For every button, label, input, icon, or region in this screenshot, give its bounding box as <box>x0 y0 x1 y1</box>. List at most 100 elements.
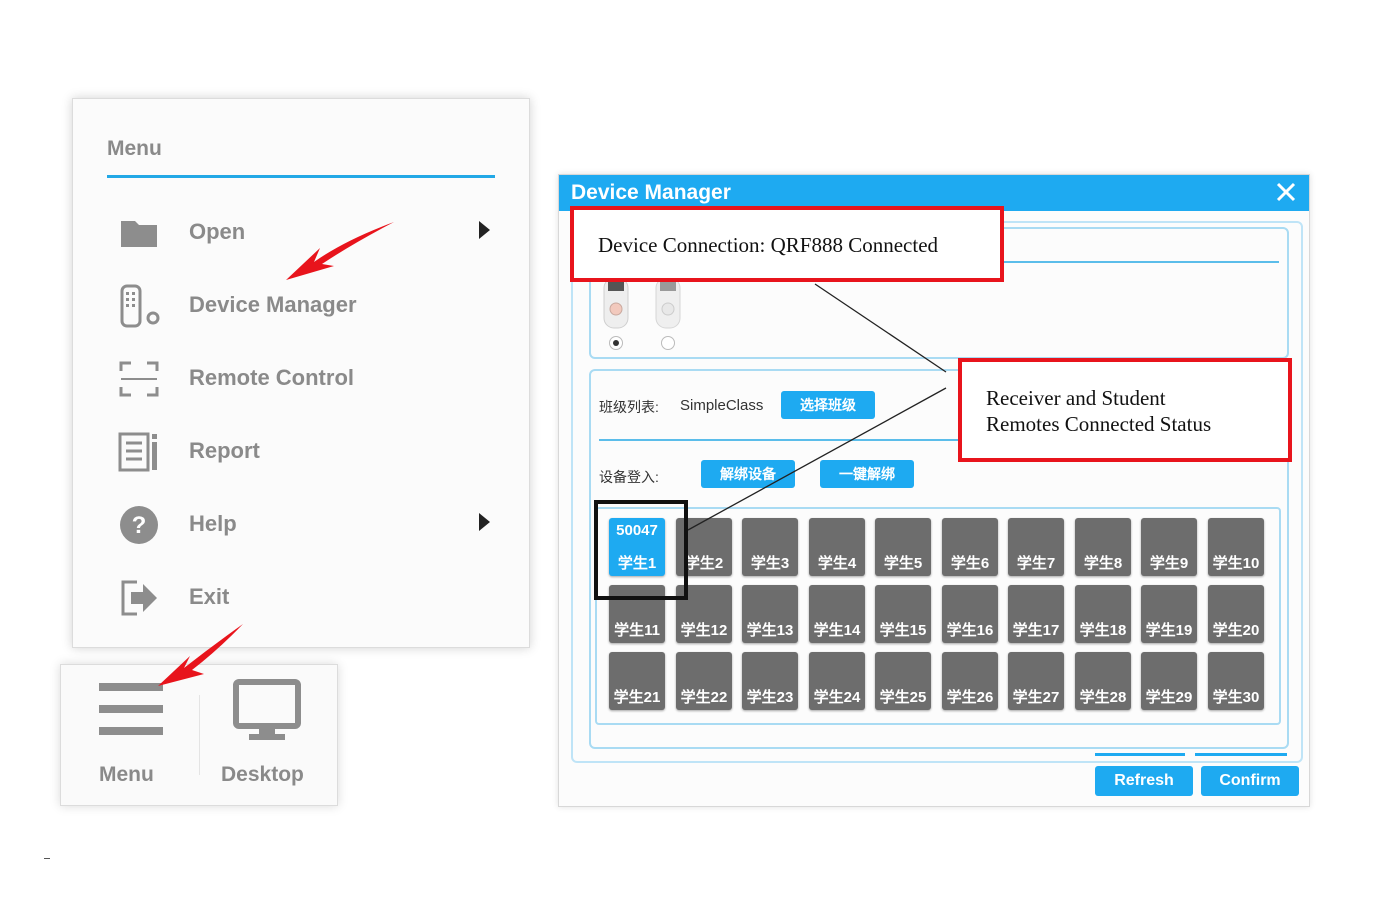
student-tile[interactable]: 学生29 <box>1141 652 1197 710</box>
student-tile[interactable]: 学生25 <box>875 652 931 710</box>
student-name: 学生24 <box>813 689 861 706</box>
report-icon <box>118 432 157 472</box>
taskbar-desktop-button[interactable]: Desktop <box>200 665 336 805</box>
confirm-button[interactable]: Confirm <box>1201 766 1299 796</box>
student-name: 学生18 <box>1079 622 1127 639</box>
student-name: 学生8 <box>1083 555 1123 572</box>
student-name: 学生10 <box>1212 555 1260 572</box>
student-remote-radio[interactable] <box>661 336 675 350</box>
student-tile[interactable]: 学生16 <box>942 585 998 643</box>
student-tile[interactable]: 学生28 <box>1075 652 1131 710</box>
student-grid: 50047 学生1 学生2 学生3 学生4 学生5 学生6 学生7 学生8 学生9 学生10 学生11… <box>609 518 1269 712</box>
taskbar-menu-button[interactable]: Menu <box>61 665 199 805</box>
menu-item-label: Device Manager <box>189 292 357 317</box>
svg-text:?: ? <box>132 512 147 539</box>
student-name: 学生26 <box>946 689 994 706</box>
class-list-label: 班级列表: <box>599 399 659 415</box>
student-name: 学生27 <box>1012 689 1060 706</box>
student-tile[interactable]: 学生17 <box>1008 585 1064 643</box>
menu-item-exit[interactable]: Exit <box>113 572 503 622</box>
student-tile[interactable]: 学生23 <box>742 652 798 710</box>
student-name: 学生23 <box>746 689 794 706</box>
taskbar: Menu Desktop <box>60 664 338 806</box>
student-tile[interactable]: 学生20 <box>1208 585 1264 643</box>
student-name: 学生7 <box>1016 555 1056 572</box>
hamburger-menu-icon <box>99 683 163 735</box>
student-tile[interactable]: 学生8 <box>1075 518 1131 576</box>
highlight-frame <box>594 500 688 600</box>
exit-icon <box>121 580 157 616</box>
folder-icon <box>121 221 157 247</box>
student-tile[interactable]: 学生13 <box>742 585 798 643</box>
receiver-radio[interactable] <box>609 336 623 350</box>
student-tile[interactable]: 学生4 <box>809 518 865 576</box>
unbind-all-button[interactable]: 一键解绑 <box>820 460 914 488</box>
menu-item-remote-control[interactable]: Remote Control <box>113 353 503 403</box>
student-name: 学生14 <box>813 622 861 639</box>
student-tile[interactable]: 学生24 <box>809 652 865 710</box>
taskbar-desktop-label: Desktop <box>221 763 304 786</box>
connection-callout-text: Device Connection: QRF888 Connected <box>598 233 939 257</box>
submenu-arrow-icon <box>479 513 490 531</box>
student-tile[interactable]: 学生30 <box>1208 652 1264 710</box>
stray-mark <box>44 858 50 859</box>
student-tile[interactable]: 学生3 <box>742 518 798 576</box>
student-name: 学生20 <box>1212 622 1260 639</box>
status-callout: Receiver and Student Remotes Connected S… <box>958 358 1292 462</box>
student-name: 学生12 <box>680 622 728 639</box>
menu-item-label: Open <box>189 219 246 244</box>
section-rule <box>599 439 961 441</box>
status-callout-line2: Remotes Connected Status <box>986 412 1212 436</box>
student-tile[interactable]: 学生18 <box>1075 585 1131 643</box>
menu-title: Menu <box>107 137 162 160</box>
menu-item-device-manager[interactable]: Device Manager <box>113 280 503 330</box>
student-tile[interactable]: 学生5 <box>875 518 931 576</box>
menu-item-label: Report <box>189 438 260 463</box>
unbind-device-button[interactable]: 解绑设备 <box>701 460 795 488</box>
menu-item-report[interactable]: Report <box>113 426 503 476</box>
student-tile[interactable]: 学生15 <box>875 585 931 643</box>
close-icon[interactable] <box>1271 177 1301 207</box>
student-name: 学生4 <box>817 555 857 572</box>
window-title: Device Manager <box>571 181 731 204</box>
device-remote-icon <box>120 284 160 328</box>
student-name: 学生13 <box>746 622 794 639</box>
tab-indicator <box>1195 753 1287 756</box>
student-tile[interactable]: 学生27 <box>1008 652 1064 710</box>
menu-item-help[interactable]: ? Help <box>113 499 503 549</box>
menu-item-label: Exit <box>189 584 230 609</box>
student-name: 学生19 <box>1145 622 1193 639</box>
student-name: 学生22 <box>680 689 728 706</box>
student-name: 学生29 <box>1145 689 1193 706</box>
monitor-icon <box>233 679 301 740</box>
student-tile[interactable]: 学生19 <box>1141 585 1197 643</box>
connection-callout: Device Connection: QRF888 Connected <box>570 206 1004 282</box>
status-callout-line1: Receiver and Student <box>986 386 1166 410</box>
student-name: 学生30 <box>1212 689 1260 706</box>
student-tile[interactable]: 学生22 <box>676 652 732 710</box>
student-name: 学生3 <box>750 555 790 572</box>
student-tile[interactable]: 学生10 <box>1208 518 1264 576</box>
student-tile[interactable]: 学生26 <box>942 652 998 710</box>
refresh-button[interactable]: Refresh <box>1095 766 1193 796</box>
menu-item-label: Help <box>189 511 237 536</box>
submenu-arrow-icon <box>479 221 490 239</box>
student-tile[interactable]: 学生14 <box>809 585 865 643</box>
receiver-remote-icon <box>603 277 629 329</box>
student-name: 学生25 <box>879 689 927 706</box>
student-tile[interactable]: 学生6 <box>942 518 998 576</box>
student-name: 学生11 <box>614 622 660 639</box>
main-menu-panel: Menu Open Device Manager Remote Control <box>72 98 530 648</box>
device-login-label: 设备登入: <box>599 469 659 485</box>
select-class-button[interactable]: 选择班级 <box>781 391 875 419</box>
student-name: 学生15 <box>879 622 927 639</box>
student-name: 学生6 <box>950 555 990 572</box>
student-tile[interactable]: 学生7 <box>1008 518 1064 576</box>
menu-item-open[interactable]: Open <box>113 207 503 257</box>
menu-title-underline <box>107 175 495 178</box>
student-remote-icon <box>655 277 681 329</box>
student-tile[interactable]: 学生9 <box>1141 518 1197 576</box>
student-name: 学生28 <box>1079 689 1127 706</box>
student-name: 学生5 <box>883 555 923 572</box>
student-tile[interactable]: 学生21 <box>609 652 665 710</box>
